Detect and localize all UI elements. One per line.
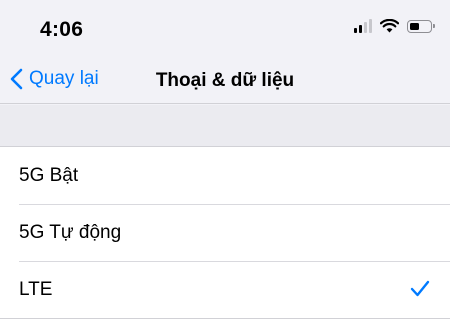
option-label: 5G Tự động [19, 221, 122, 243]
wifi-icon [380, 19, 399, 33]
option-5g-on[interactable]: 5G Bật [0, 147, 450, 204]
navigation-bar: Quay lại Thoại & dữ liệu [0, 58, 450, 104]
status-icons [354, 19, 435, 33]
options-list: 5G Bật 5G Tự động LTE [0, 146, 450, 319]
option-5g-auto[interactable]: 5G Tự động [0, 204, 450, 261]
option-label: 5G Bật [19, 164, 79, 186]
status-bar: 4:06 [0, 0, 450, 58]
option-lte[interactable]: LTE [0, 261, 450, 318]
page-title: Thoại & dữ liệu [155, 70, 295, 91]
option-label: LTE [19, 278, 53, 300]
cellular-signal-icon [354, 19, 372, 33]
checkmark-icon [410, 280, 430, 297]
section-spacer [0, 105, 450, 146]
battery-icon [407, 19, 435, 33]
status-time: 4:06 [40, 18, 84, 41]
